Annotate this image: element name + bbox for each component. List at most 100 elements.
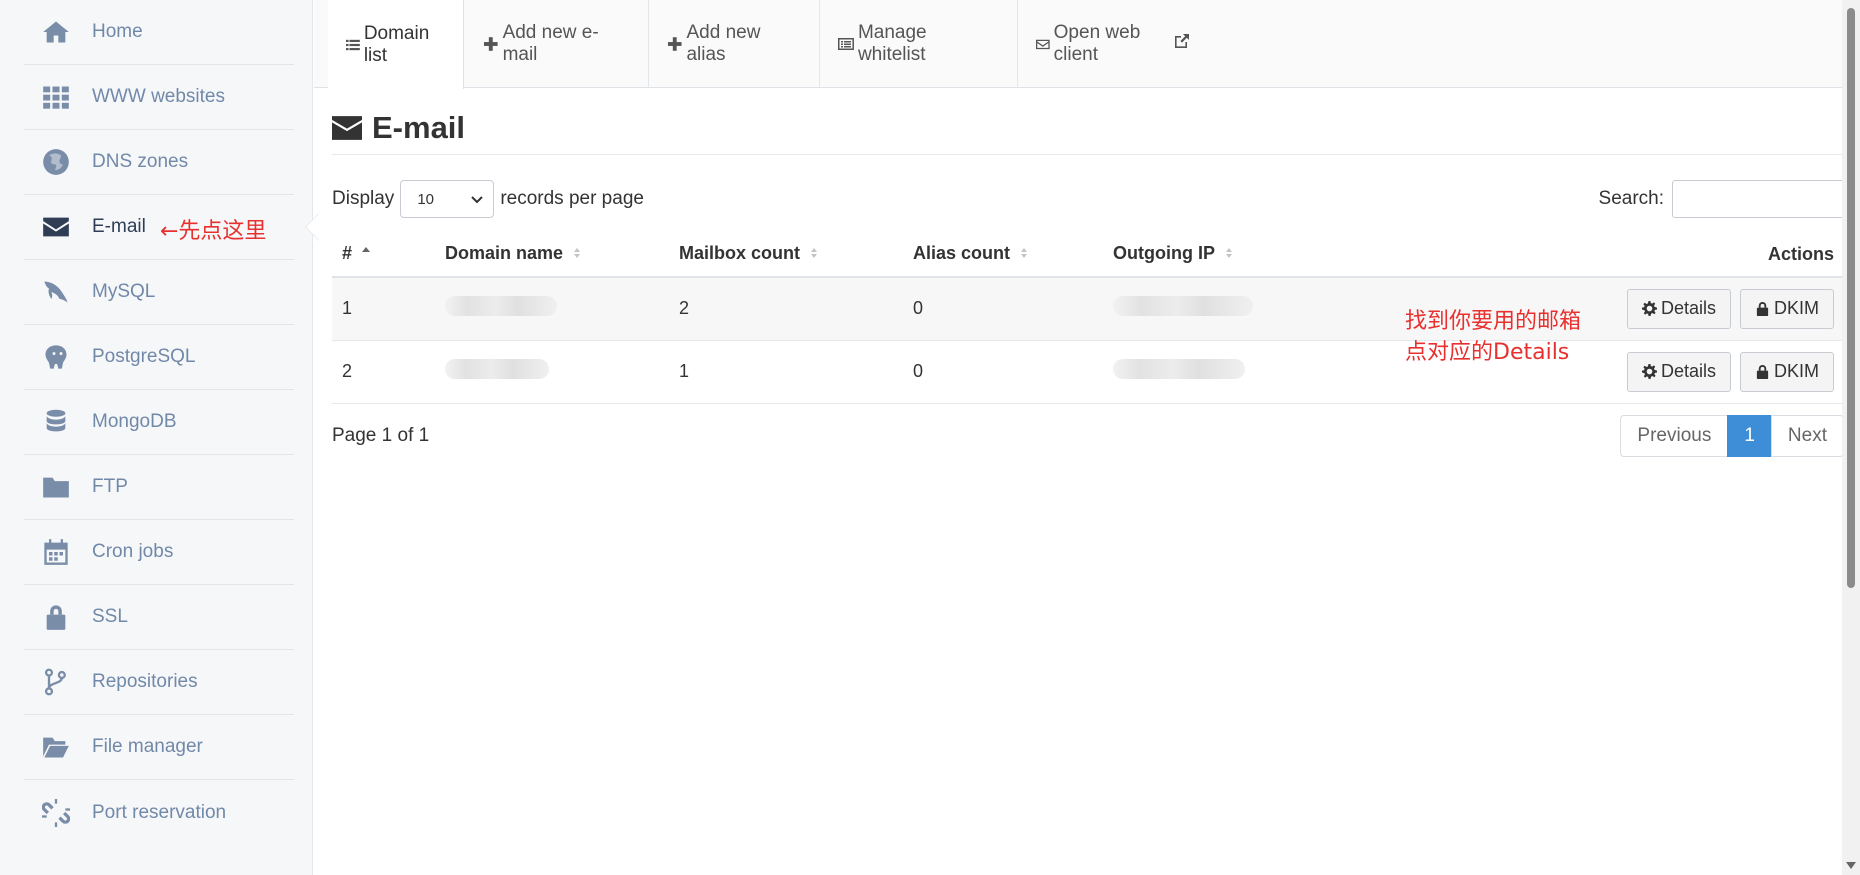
per-page-suffix: records per page bbox=[500, 188, 644, 209]
redacted-domain bbox=[445, 359, 549, 379]
records-per-page-control: Display 10 records per page bbox=[332, 180, 644, 218]
envelope-o-icon bbox=[1036, 39, 1050, 50]
column-header-mailbox-count[interactable]: Mailbox count bbox=[669, 232, 903, 278]
sidebar-item-label: E-mail bbox=[92, 216, 146, 237]
column-header-alias-count[interactable]: Alias count bbox=[903, 232, 1103, 278]
page-1-button[interactable]: 1 bbox=[1727, 415, 1772, 457]
sidebar-item-cron-jobs[interactable]: Cron jobs bbox=[24, 520, 294, 585]
calendar-icon bbox=[40, 536, 72, 568]
elephant-icon bbox=[40, 341, 72, 373]
cell-domain-name bbox=[435, 340, 669, 404]
lock-icon bbox=[40, 601, 72, 633]
database-icon bbox=[40, 406, 72, 438]
globe-icon bbox=[40, 146, 72, 178]
sidebar-item-repositories[interactable]: Repositories bbox=[24, 650, 294, 715]
sidebar-item-label: FTP bbox=[92, 476, 128, 497]
per-page-value: 10 bbox=[417, 190, 434, 208]
cell-mailbox-count: 2 bbox=[669, 277, 903, 341]
gear-icon bbox=[1641, 301, 1657, 317]
sort-asc-icon bbox=[361, 244, 371, 265]
sidebar-item-ftp[interactable]: FTP bbox=[24, 455, 294, 520]
cell-outgoing-ip bbox=[1103, 340, 1403, 404]
git-branch-icon bbox=[40, 666, 72, 698]
sidebar-item-ssl[interactable]: SSL bbox=[24, 585, 294, 650]
tab-label: Open web client bbox=[1053, 22, 1141, 65]
main-content: Domain list Add new e-mail Add new alias… bbox=[314, 0, 1844, 875]
cell-alias-count: 0 bbox=[903, 340, 1103, 404]
sidebar-item-dns-zones[interactable]: DNS zones bbox=[24, 130, 294, 195]
sort-icon bbox=[572, 244, 582, 265]
sidebar-item-label: File manager bbox=[92, 736, 203, 757]
redacted-ip bbox=[1113, 296, 1253, 317]
sort-icon bbox=[809, 244, 819, 265]
column-header-domain-name[interactable]: Domain name bbox=[435, 232, 669, 278]
tab-manage-whitelist[interactable]: Manage whitelist bbox=[820, 0, 1018, 88]
redacted-domain bbox=[445, 296, 557, 317]
tab-add-new-email[interactable]: Add new e-mail bbox=[465, 0, 649, 88]
cell-mailbox-count: 1 bbox=[669, 340, 903, 404]
external-link-icon bbox=[1170, 33, 1190, 55]
sidebar-item-mongodb[interactable]: MongoDB bbox=[24, 390, 294, 455]
page-title-text: E-mail bbox=[372, 110, 466, 145]
chevron-down-icon bbox=[471, 196, 484, 204]
sidebar-item-file-manager[interactable]: File manager bbox=[24, 715, 294, 780]
sidebar-item-postgresql[interactable]: PostgreSQL bbox=[24, 325, 294, 390]
sidebar-item-port-reservation[interactable]: Port reservation bbox=[24, 780, 294, 845]
tab-open-web-client[interactable]: Open web client bbox=[1018, 0, 1208, 88]
cell-number: 1 bbox=[332, 277, 435, 341]
dkim-button[interactable]: DKIM bbox=[1740, 288, 1834, 329]
unlink-icon bbox=[40, 797, 72, 829]
column-header-number[interactable]: # bbox=[332, 232, 435, 278]
sidebar-item-label: PostgreSQL bbox=[92, 346, 196, 367]
table-header-row: # Domain name Mailbox count Alias count bbox=[332, 232, 1844, 278]
sidebar-item-label: SSL bbox=[92, 606, 128, 627]
search-control: Search: bbox=[1599, 180, 1844, 218]
search-input[interactable] bbox=[1672, 180, 1844, 218]
next-page-button[interactable]: Next bbox=[1770, 415, 1844, 457]
annotation-click-here: ←先点这里 bbox=[160, 219, 267, 244]
annotation-line-2: 点对应的Details bbox=[1405, 340, 1570, 365]
vertical-scrollbar[interactable] bbox=[1842, 0, 1860, 875]
domain-table: # Domain name Mailbox count Alias count bbox=[332, 232, 1844, 404]
previous-page-button[interactable]: Previous bbox=[1620, 415, 1729, 457]
sidebar-item-label: Home bbox=[92, 21, 143, 42]
sidebar-item-label: Repositories bbox=[92, 671, 198, 692]
sidebar-item-label: Cron jobs bbox=[92, 541, 174, 562]
tab-domain-list[interactable]: Domain list bbox=[328, 0, 464, 89]
dkim-button[interactable]: DKIM bbox=[1740, 351, 1834, 392]
sidebar: Home WWW websites DNS zones E-mail ←先点这里… bbox=[0, 0, 319, 875]
sidebar-item-label: WWW websites bbox=[92, 86, 225, 107]
divider bbox=[332, 154, 1844, 155]
annotation-instruction: 找到你要用的邮箱 点对应的Details bbox=[1405, 306, 1581, 368]
page-info: Page 1 of 1 bbox=[332, 425, 430, 446]
sidebar-item-www-websites[interactable]: WWW websites bbox=[24, 65, 294, 130]
sidebar-item-mysql[interactable]: MySQL bbox=[24, 260, 294, 325]
grid-icon bbox=[40, 81, 72, 113]
list-alt-icon bbox=[838, 38, 854, 50]
lock-icon bbox=[1756, 302, 1769, 317]
details-button[interactable]: Details bbox=[1626, 288, 1731, 329]
pagination: Previous 1 Next bbox=[1620, 415, 1844, 457]
table-row: 1 2 0 Details DKIM bbox=[332, 277, 1844, 341]
app: Home WWW websites DNS zones E-mail ←先点这里… bbox=[0, 0, 1860, 875]
tab-label: Domain list bbox=[363, 22, 430, 66]
envelope-icon bbox=[40, 211, 72, 243]
tab-add-new-alias[interactable]: Add new alias bbox=[649, 0, 820, 88]
gear-icon bbox=[1641, 364, 1657, 379]
column-header-outgoing-ip[interactable]: Outgoing IP bbox=[1103, 232, 1403, 278]
sidebar-item-home[interactable]: Home bbox=[24, 0, 294, 65]
folder-icon bbox=[40, 471, 72, 503]
sidebar-item-label: MongoDB bbox=[92, 411, 177, 432]
dolphin-icon bbox=[40, 276, 72, 308]
per-page-select[interactable]: 10 bbox=[400, 180, 495, 218]
annotation-line-1: 找到你要用的邮箱 bbox=[1405, 309, 1582, 334]
scrollbar-thumb[interactable] bbox=[1847, 8, 1855, 588]
tab-bar: Domain list Add new e-mail Add new alias… bbox=[314, 0, 1842, 89]
plus-icon bbox=[667, 37, 682, 51]
tab-label: Add new e-mail bbox=[502, 22, 599, 65]
home-icon bbox=[40, 16, 72, 48]
sidebar-item-email[interactable]: E-mail ←先点这里 bbox=[24, 195, 319, 260]
scroll-down-arrow-icon[interactable] bbox=[1846, 862, 1856, 869]
details-button[interactable]: Details bbox=[1626, 351, 1731, 392]
cell-domain-name bbox=[435, 277, 669, 341]
